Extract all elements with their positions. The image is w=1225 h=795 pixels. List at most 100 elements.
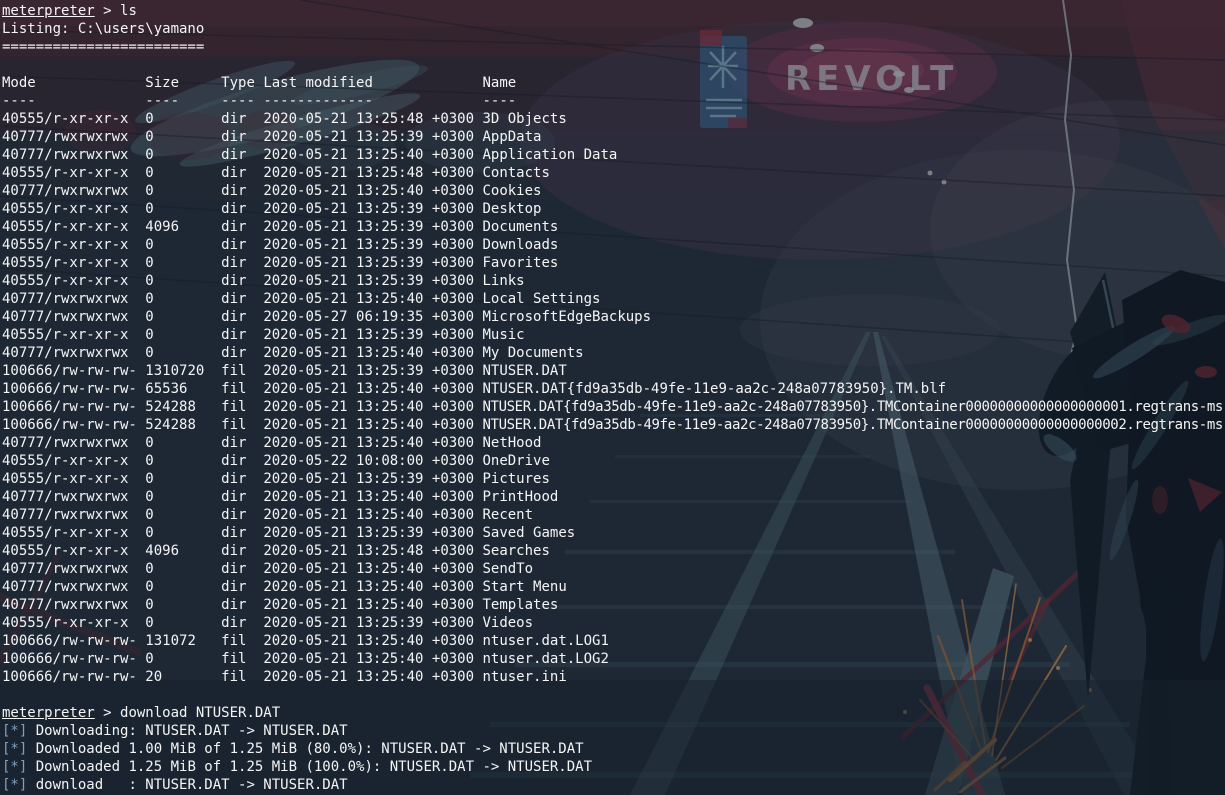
cell-type: dir [221, 147, 263, 163]
cell-type: dir [221, 165, 263, 181]
cell-name: AppData [482, 129, 541, 145]
log-info-prefix: [*] [2, 777, 27, 793]
cell-modified: 2020-05-27 06:19:35 +0300 [263, 309, 482, 325]
cell-mode: 40555/r-xr-xr-x [2, 525, 145, 541]
table-row: 40777/rwxrwxrwx 0 dir 2020-05-21 13:25:4… [2, 344, 1225, 362]
cell-type: dir [221, 507, 263, 523]
command-text: ls [120, 3, 137, 19]
listing-title: Listing: C:\users\yamano [2, 21, 204, 37]
cell-type: dir [221, 129, 263, 145]
table-row: 40555/r-xr-xr-x 0 dir 2020-05-21 13:25:3… [2, 272, 1225, 290]
table-row: 40555/r-xr-xr-x 0 dir 2020-05-22 10:08:0… [2, 452, 1225, 470]
cell-modified: 2020-05-21 13:25:39 +0300 [263, 255, 482, 271]
cell-modified: 2020-05-21 13:25:39 +0300 [263, 273, 482, 289]
table-row: 40555/r-xr-xr-x 4096 dir 2020-05-21 13:2… [2, 542, 1225, 560]
table-row: 100666/rw-rw-rw- 131072 fil 2020-05-21 1… [2, 632, 1225, 650]
log-info-prefix: [*] [2, 741, 27, 757]
cell-modified: 2020-05-21 13:25:40 +0300 [263, 183, 482, 199]
cell-mode: 40555/r-xr-xr-x [2, 471, 145, 487]
cell-name: NetHood [482, 435, 541, 451]
column-header-dashes: ---- [221, 93, 263, 109]
terminal-line: Mode Size Type Last modified Name [2, 74, 1225, 92]
cell-modified: 2020-05-21 13:25:40 +0300 [263, 669, 482, 685]
cell-mode: 100666/rw-rw-rw- [2, 669, 145, 685]
cell-name: Cookies [482, 183, 541, 199]
cell-modified: 2020-05-21 13:25:40 +0300 [263, 345, 482, 361]
cell-size: 0 [145, 255, 221, 271]
table-row: 40777/rwxrwxrwx 0 dir 2020-05-21 13:25:4… [2, 506, 1225, 524]
cell-size: 20 [145, 669, 221, 685]
cell-size: 0 [145, 345, 221, 361]
cell-size: 4096 [145, 219, 221, 235]
cell-name: Local Settings [482, 291, 600, 307]
cell-size: 0 [145, 507, 221, 523]
cell-modified: 2020-05-21 13:25:40 +0300 [263, 579, 482, 595]
column-header-dashes: ------------- [263, 93, 482, 109]
cell-modified: 2020-05-21 13:25:48 +0300 [263, 543, 482, 559]
cell-name: Videos [482, 615, 533, 631]
table-row: 40777/rwxrwxrwx 0 dir 2020-05-21 13:25:4… [2, 488, 1225, 506]
table-row: 40777/rwxrwxrwx 0 dir 2020-05-21 13:25:4… [2, 290, 1225, 308]
cell-size: 0 [145, 309, 221, 325]
cell-type: dir [221, 273, 263, 289]
cell-modified: 2020-05-21 13:25:39 +0300 [263, 471, 482, 487]
cell-size: 524288 [145, 399, 221, 415]
cell-modified: 2020-05-21 13:25:39 +0300 [263, 219, 482, 235]
table-row: 40555/r-xr-xr-x 0 dir 2020-05-21 13:25:4… [2, 110, 1225, 128]
cell-type: fil [221, 417, 263, 433]
terminal-line: [*] Downloaded 1.25 MiB of 1.25 MiB (100… [2, 758, 1225, 776]
cell-modified: 2020-05-21 13:25:40 +0300 [263, 147, 482, 163]
cell-size: 0 [145, 435, 221, 451]
table-row: 40555/r-xr-xr-x 0 dir 2020-05-21 13:25:3… [2, 254, 1225, 272]
cell-name: Recent [482, 507, 533, 523]
cell-type: dir [221, 597, 263, 613]
cell-type: dir [221, 453, 263, 469]
log-message: Downloaded 1.00 MiB of 1.25 MiB (80.0%):… [27, 741, 583, 757]
cell-name: NTUSER.DAT [482, 363, 566, 379]
cell-type: fil [221, 363, 263, 379]
cell-modified: 2020-05-21 13:25:39 +0300 [263, 237, 482, 253]
cell-size: 0 [145, 453, 221, 469]
cell-size: 0 [145, 651, 221, 667]
table-row: 100666/rw-rw-rw- 0 fil 2020-05-21 13:25:… [2, 650, 1225, 668]
prompt-separator: > [95, 705, 120, 721]
cell-modified: 2020-05-21 13:25:40 +0300 [263, 381, 482, 397]
cell-name: Music [482, 327, 524, 343]
cell-mode: 100666/rw-rw-rw- [2, 633, 145, 649]
terminal-line: ======================== [2, 38, 1225, 56]
cell-size: 0 [145, 615, 221, 631]
cell-mode: 40777/rwxrwxrwx [2, 147, 145, 163]
cell-name: Contacts [482, 165, 549, 181]
table-row: 40777/rwxrwxrwx 0 dir 2020-05-21 13:25:4… [2, 560, 1225, 578]
cell-size: 131072 [145, 633, 221, 649]
cell-name: Favorites [482, 255, 558, 271]
cell-type: dir [221, 543, 263, 559]
table-row: 40555/r-xr-xr-x 0 dir 2020-05-21 13:25:3… [2, 236, 1225, 254]
cell-size: 0 [145, 129, 221, 145]
cell-size: 0 [145, 471, 221, 487]
cell-modified: 2020-05-21 13:25:40 +0300 [263, 489, 482, 505]
terminal-line: Listing: C:\users\yamano [2, 20, 1225, 38]
cell-mode: 40555/r-xr-xr-x [2, 453, 145, 469]
cell-type: fil [221, 399, 263, 415]
cell-size: 0 [145, 237, 221, 253]
cell-mode: 40777/rwxrwxrwx [2, 489, 145, 505]
table-row: 40555/r-xr-xr-x 4096 dir 2020-05-21 13:2… [2, 218, 1225, 236]
cell-type: dir [221, 489, 263, 505]
cell-mode: 100666/rw-rw-rw- [2, 381, 145, 397]
cell-type: dir [221, 525, 263, 541]
cell-name: NTUSER.DAT{fd9a35db-49fe-11e9-aa2c-248a0… [482, 417, 1222, 433]
cell-size: 0 [145, 561, 221, 577]
cell-modified: 2020-05-21 13:25:39 +0300 [263, 129, 482, 145]
cell-name: ntuser.dat.LOG1 [482, 633, 608, 649]
cell-size: 0 [145, 525, 221, 541]
meterpreter-terminal[interactable]: meterpreter > lsListing: C:\users\yamano… [2, 2, 1225, 795]
cell-size: 65536 [145, 381, 221, 397]
cell-name: Downloads [482, 237, 558, 253]
cell-type: dir [221, 327, 263, 343]
table-row: 100666/rw-rw-rw- 524288 fil 2020-05-21 1… [2, 398, 1225, 416]
table-row: 40777/rwxrwxrwx 0 dir 2020-05-27 06:19:3… [2, 308, 1225, 326]
cell-modified: 2020-05-21 13:25:39 +0300 [263, 201, 482, 217]
cell-type: dir [221, 201, 263, 217]
cell-type: dir [221, 579, 263, 595]
